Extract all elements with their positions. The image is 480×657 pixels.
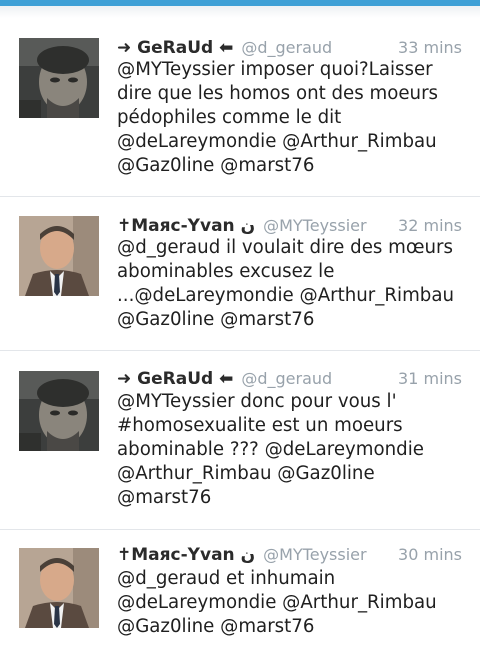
timestamp: 32 mins [398, 216, 462, 235]
tweet-line: @d_geraud et inhumain [117, 568, 336, 589]
tweet-line: @marst76 [117, 487, 212, 508]
tweet-line: @deLareymondie @Arthur_Rimbau [117, 592, 437, 613]
author-name[interactable]: ➜ GeRaUd ⬅ @d_geraud [117, 38, 332, 58]
tweet-text: @MYTeyssier imposer quoi?Laisser dire qu… [117, 58, 467, 178]
author-name[interactable]: ✝Маяс-Yvan ن @MYTeyssier [117, 216, 367, 236]
tweet-text: @MYTeyssier donc pour vous l' #homosexua… [117, 390, 467, 510]
top-bar-shadow [0, 6, 480, 18]
tweet-item[interactable]: ✝Маяс-Yvan ن @MYTeyssier 32 mins @d_gerau… [0, 197, 480, 351]
author-handle[interactable]: @d_geraud [241, 38, 332, 57]
tweet-line: @Gaz0line @marst76 [117, 155, 315, 176]
dark-selfie-avatar[interactable] [19, 371, 99, 451]
tweet-line: @Arthur_Rimbau @Gaz0line [117, 463, 375, 484]
tweet-line: @Gaz0line @marst76 [117, 309, 315, 330]
man-in-suit-avatar[interactable] [19, 548, 99, 628]
tweet-item[interactable]: ➜ GeRaUd ⬅ @d_geraud 31 mins @MYTeyssier … [0, 351, 480, 530]
tweet-line: dire que les homos ont des moeurs [117, 83, 439, 104]
author-name[interactable]: ✝Маяс-Yvan ن @MYTeyssier [117, 545, 367, 565]
tweet-text: @d_geraud et inhumain @deLareymondie @Ar… [117, 567, 467, 639]
dark-selfie-avatar[interactable] [19, 38, 99, 118]
timestamp: 30 mins [398, 545, 462, 564]
tweet-line: @MYTeyssier donc pour vous l' [117, 391, 397, 412]
tweet-line: @deLareymondie @Arthur_Rimbau [117, 131, 437, 152]
author-handle[interactable]: @MYTeyssier [263, 545, 366, 564]
tweet-item[interactable]: ➜ GeRaUd ⬅ @d_geraud 33 mins @MYTeyssier … [0, 18, 480, 197]
tweet-line: abominables excusez le [117, 261, 335, 282]
timestamp: 33 mins [398, 38, 462, 57]
tweet-line: #homosexualite est un moeurs [117, 415, 403, 436]
tweet-line: abominable ??? @deLareymondie [117, 439, 424, 460]
tweet-text: @d_geraud il voulait dire des mœurs abom… [117, 236, 467, 332]
author-name[interactable]: ➜ GeRaUd ⬅ @d_geraud [117, 369, 332, 389]
tweet-item[interactable]: ✝Маяс-Yvan ن @MYTeyssier 30 mins @d_gerau… [0, 530, 480, 657]
tweet-line: ...@deLareymondie @Arthur_Rimbau [117, 285, 455, 306]
tweet-line: @MYTeyssier imposer quoi?Laisser [117, 59, 433, 80]
author-handle[interactable]: @d_geraud [241, 369, 332, 388]
author-handle[interactable]: @MYTeyssier [263, 216, 366, 235]
man-in-suit-avatar[interactable] [19, 216, 99, 296]
timestamp: 31 mins [398, 369, 462, 388]
tweet-line: @d_geraud il voulait dire des mœurs [117, 237, 453, 258]
tweet-line: @Gaz0line @marst76 [117, 616, 315, 637]
tweet-line: pédophiles comme le dit [117, 107, 342, 128]
